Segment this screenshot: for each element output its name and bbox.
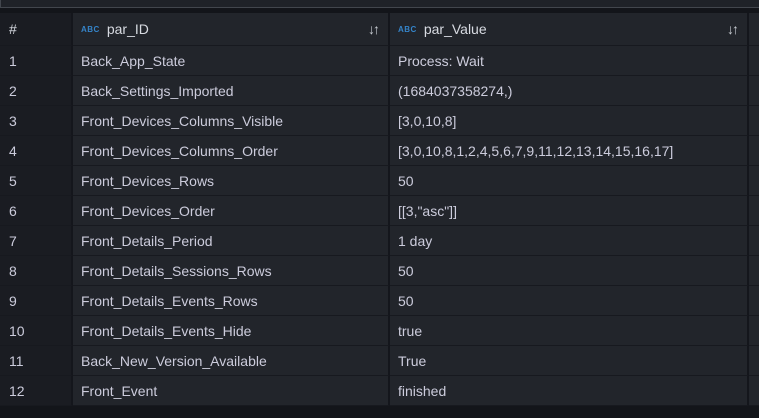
table-row: 6 Front_Devices_Order [[3,"asc"]] bbox=[0, 196, 759, 226]
table-row: 11 Back_New_Version_Available True bbox=[0, 346, 759, 376]
table-row: 7 Front_Details_Period 1 day bbox=[0, 226, 759, 256]
par-id-cell: Front_Details_Events_Hide bbox=[73, 316, 390, 346]
par-value-cell: finished bbox=[390, 376, 749, 406]
row-gutter bbox=[749, 256, 759, 286]
par-value-cell: [3,0,10,8,1,2,4,5,6,7,9,11,12,13,14,15,1… bbox=[390, 136, 749, 166]
row-gutter bbox=[749, 46, 759, 76]
row-gutter bbox=[749, 76, 759, 106]
par-id-cell: Back_New_Version_Available bbox=[73, 346, 390, 376]
string-type-icon: ABC bbox=[81, 25, 100, 34]
par-id-cell: Front_Devices_Rows bbox=[73, 166, 390, 196]
par-value-cell: true bbox=[390, 316, 749, 346]
row-gutter bbox=[749, 286, 759, 316]
row-index-cell: 11 bbox=[0, 346, 73, 376]
row-gutter bbox=[749, 346, 759, 376]
table-header-row: # ABC par_ID ↓↑ ABC par_Value ↓↑ bbox=[0, 13, 759, 46]
row-gutter bbox=[749, 196, 759, 226]
sort-toggle-icon[interactable]: ↓↑ bbox=[368, 21, 380, 37]
row-index-cell: 4 bbox=[0, 136, 73, 166]
par-id-column-label: par_ID bbox=[107, 21, 149, 37]
header-cell-par-value[interactable]: ABC par_Value ↓↑ bbox=[390, 13, 749, 46]
par-value-cell: 50 bbox=[390, 166, 749, 196]
table-row: 1 Back_App_State Process: Wait bbox=[0, 46, 759, 76]
table-row: 12 Front_Event finished bbox=[0, 376, 759, 406]
row-index-cell: 2 bbox=[0, 76, 73, 106]
table-row: 10 Front_Details_Events_Hide true bbox=[0, 316, 759, 346]
row-index-cell: 3 bbox=[0, 106, 73, 136]
header-cell-par-id[interactable]: ABC par_ID ↓↑ bbox=[73, 13, 390, 46]
par-id-cell: Front_Details_Period bbox=[73, 226, 390, 256]
row-gutter bbox=[749, 166, 759, 196]
sort-toggle-icon[interactable]: ↓↑ bbox=[727, 21, 739, 37]
header-gutter bbox=[749, 13, 759, 46]
table-row: 8 Front_Details_Sessions_Rows 50 bbox=[0, 256, 759, 286]
row-index-cell: 10 bbox=[0, 316, 73, 346]
par-id-cell: Back_App_State bbox=[73, 46, 390, 76]
table-row: 9 Front_Details_Events_Rows 50 bbox=[0, 286, 759, 316]
row-index-cell: 1 bbox=[0, 46, 73, 76]
row-gutter bbox=[749, 106, 759, 136]
string-type-icon: ABC bbox=[398, 25, 417, 34]
row-index-cell: 9 bbox=[0, 286, 73, 316]
row-index-cell: 5 bbox=[0, 166, 73, 196]
par-value-cell: 1 day bbox=[390, 226, 749, 256]
par-value-cell: (1684037358274,) bbox=[390, 76, 749, 106]
parameters-table: # ABC par_ID ↓↑ ABC par_Value ↓↑ 1 Back_… bbox=[0, 13, 759, 406]
row-index-cell: 6 bbox=[0, 196, 73, 226]
par-id-cell: Front_Devices_Order bbox=[73, 196, 390, 226]
par-id-cell: Front_Devices_Columns_Order bbox=[73, 136, 390, 166]
par-value-cell: [[3,"asc"]] bbox=[390, 196, 749, 226]
row-gutter bbox=[749, 316, 759, 346]
par-value-cell: 50 bbox=[390, 286, 749, 316]
row-index-cell: 8 bbox=[0, 256, 73, 286]
row-index-cell: 12 bbox=[0, 376, 73, 406]
panel-above-edge bbox=[0, 0, 759, 8]
par-id-cell: Front_Event bbox=[73, 376, 390, 406]
row-gutter bbox=[749, 376, 759, 406]
row-gutter bbox=[749, 226, 759, 256]
par-value-column-label: par_Value bbox=[424, 21, 487, 37]
table-body: 1 Back_App_State Process: Wait 2 Back_Se… bbox=[0, 46, 759, 406]
table-row: 3 Front_Devices_Columns_Visible [3,0,10,… bbox=[0, 106, 759, 136]
par-value-cell: 50 bbox=[390, 256, 749, 286]
par-value-cell: True bbox=[390, 346, 749, 376]
table-row: 2 Back_Settings_Imported (1684037358274,… bbox=[0, 76, 759, 106]
par-value-cell: [3,0,10,8] bbox=[390, 106, 749, 136]
table-row: 5 Front_Devices_Rows 50 bbox=[0, 166, 759, 196]
index-column-label: # bbox=[9, 21, 17, 37]
row-gutter bbox=[749, 136, 759, 166]
par-id-cell: Back_Settings_Imported bbox=[73, 76, 390, 106]
table-row: 4 Front_Devices_Columns_Order [3,0,10,8,… bbox=[0, 136, 759, 166]
header-cell-index: # bbox=[0, 13, 73, 46]
par-id-cell: Front_Devices_Columns_Visible bbox=[73, 106, 390, 136]
par-value-cell: Process: Wait bbox=[390, 46, 749, 76]
par-id-cell: Front_Details_Sessions_Rows bbox=[73, 256, 390, 286]
par-id-cell: Front_Details_Events_Rows bbox=[73, 286, 390, 316]
row-index-cell: 7 bbox=[0, 226, 73, 256]
